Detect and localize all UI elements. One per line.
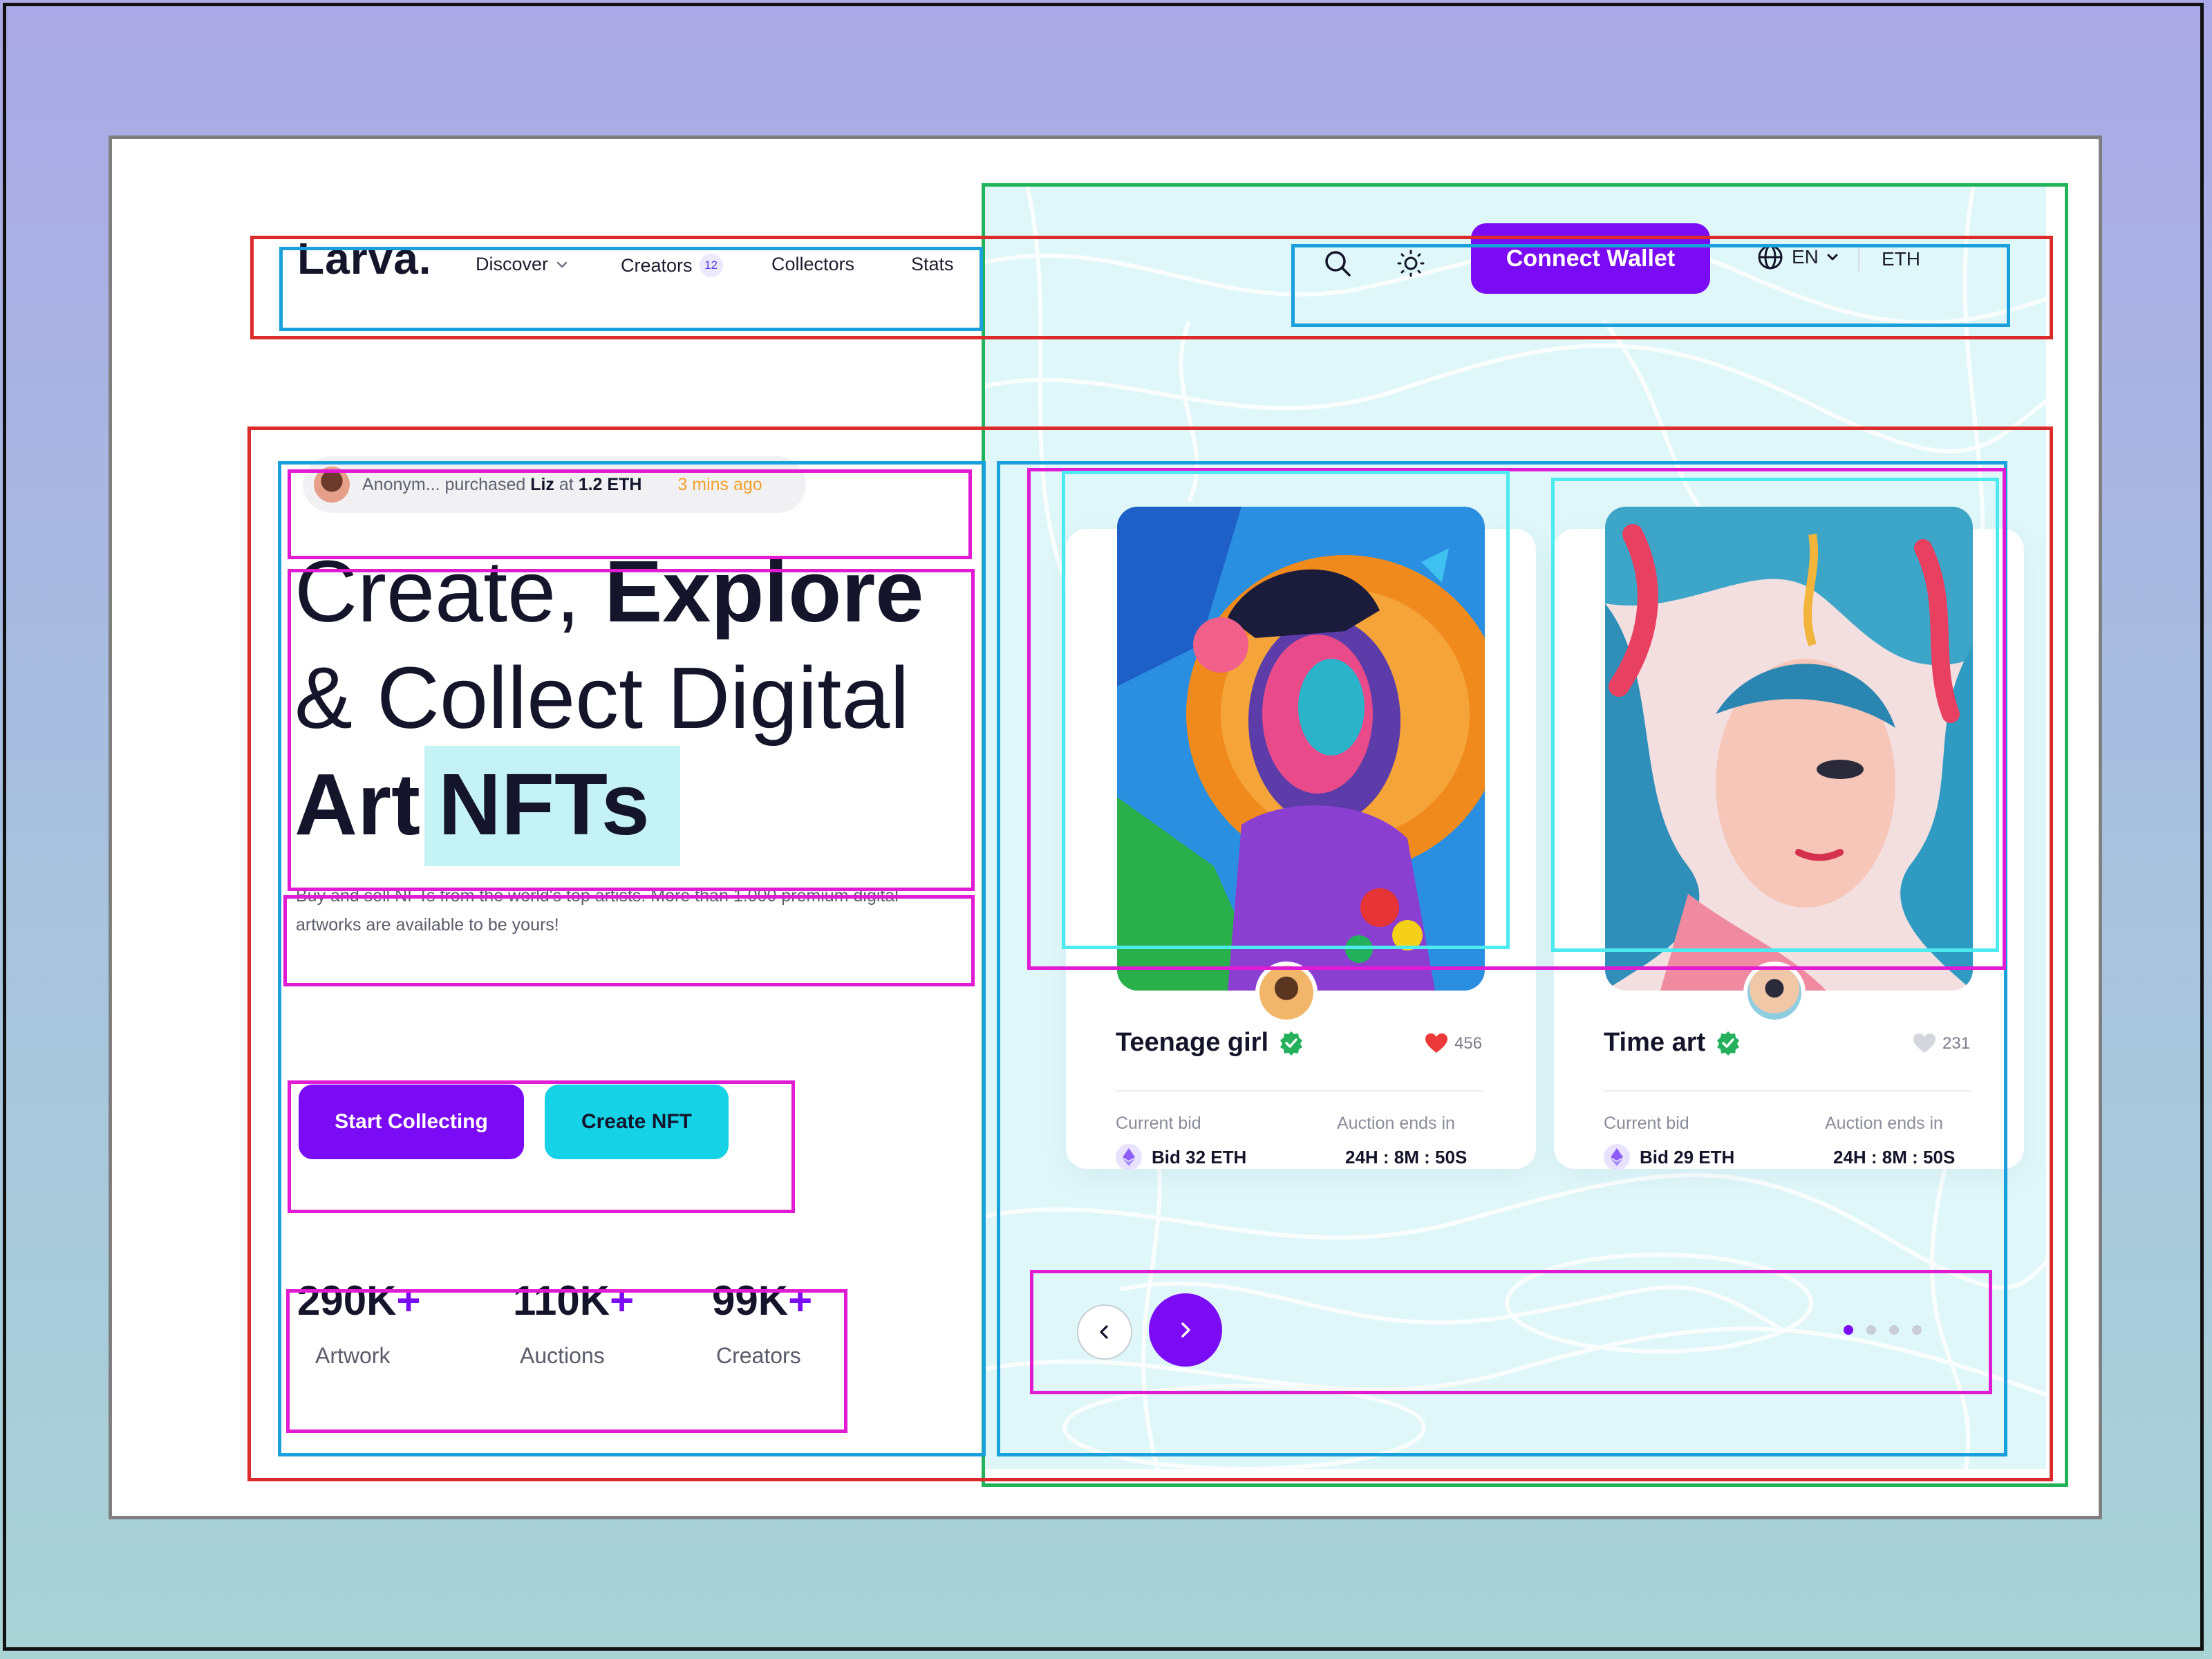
carousel-dot[interactable] — [1889, 1325, 1899, 1335]
ethereum-icon — [1604, 1144, 1630, 1170]
hero-description: Buy and sell NFTs from the world's top a… — [296, 886, 899, 935]
headline-explore: Explore — [604, 543, 924, 640]
nav-item-label: Discover — [476, 254, 549, 274]
stat-plus: + — [396, 1277, 421, 1324]
nft-card[interactable]: Teenage girl 456 Current bid Auction end… — [1066, 507, 1536, 1170]
connect-wallet-button[interactable]: Connect Wallet — [1471, 223, 1710, 294]
stat-creators-value: 99K+ — [712, 1277, 812, 1324]
start-collecting-button[interactable]: Start Collecting — [299, 1085, 524, 1159]
search-button[interactable] — [1315, 241, 1360, 286]
headline-nfts: NFTs — [438, 756, 650, 853]
ethereum-icon — [1116, 1144, 1142, 1170]
globe-icon — [1758, 245, 1783, 270]
heart-filled-icon — [1425, 1033, 1447, 1053]
theme-toggle-button[interactable] — [1388, 241, 1434, 286]
landing-page: Larva. Discover Creators 12 Collectors S… — [109, 135, 2102, 1519]
creators-count-badge: 12 — [699, 254, 723, 277]
nft-title: Time art — [1604, 1028, 1706, 1057]
stat-artwork-value: 290K+ — [297, 1277, 420, 1324]
current-bid-value: Bid 29 ETH — [1604, 1144, 1734, 1170]
likes-count: 231 — [1942, 1034, 1971, 1053]
activity-time: 3 mins ago — [677, 474, 762, 494]
carousel-dot[interactable] — [1912, 1325, 1922, 1335]
sun-icon — [1397, 250, 1425, 277]
card-divider — [1116, 1090, 1483, 1091]
stat-auctions-value: 110K+ — [513, 1277, 634, 1324]
current-bid-label: Current bid — [1604, 1114, 1689, 1133]
nav-divider — [1858, 244, 1859, 272]
stat-number: 110K — [513, 1277, 610, 1324]
current-bid-value: Bid 32 ETH — [1116, 1144, 1246, 1170]
headline-art: Art — [294, 756, 420, 853]
nft-artwork-time-art[interactable] — [1605, 507, 1973, 991]
language-selector[interactable]: EN — [1756, 243, 1839, 272]
carousel-dot[interactable] — [1866, 1325, 1876, 1335]
carousel-dot[interactable] — [1844, 1325, 1853, 1335]
likes-counter[interactable]: 456 — [1425, 1033, 1482, 1054]
activity-action: purchased — [444, 474, 526, 494]
chevron-down-icon — [556, 261, 568, 268]
creator-avatar[interactable] — [1743, 962, 1806, 1024]
stat-number: 290K — [297, 1277, 397, 1324]
likes-counter[interactable]: 231 — [1913, 1033, 1970, 1054]
carousel-next-button[interactable] — [1149, 1293, 1222, 1367]
headline-collect: & Collect Digital — [294, 649, 910, 747]
creator-avatar[interactable] — [1255, 962, 1318, 1024]
auction-countdown: 24H : 8M : 50S — [1345, 1147, 1468, 1168]
carousel-prev-button[interactable] — [1077, 1304, 1132, 1360]
recent-activity-pill: Anonym... purchased Liz at 1.2 ETH 3 min… — [303, 456, 806, 513]
chevron-down-icon — [1827, 254, 1838, 261]
language-label: EN — [1792, 246, 1819, 268]
nav-item-label: Creators — [621, 254, 693, 276]
bid-amount: Bid 32 ETH — [1152, 1146, 1247, 1168]
headline-create: Create, — [294, 543, 605, 640]
current-bid-label: Current bid — [1116, 1114, 1201, 1133]
heart-outline-icon — [1913, 1033, 1936, 1053]
stat-plus: + — [610, 1277, 635, 1324]
activity-price: 1.2 ETH — [578, 474, 642, 494]
nft-card[interactable]: Time art 231 Current bid Auction ends in… — [1554, 507, 2024, 1170]
nft-title-row: Time art — [1604, 1028, 1741, 1058]
activity-item: Liz — [530, 474, 554, 494]
hero-headline: Create, Explore & Collect Digital Art NFT… — [294, 538, 924, 866]
chevron-right-icon — [1181, 1322, 1190, 1338]
nav-item-collectors[interactable]: Collectors — [771, 254, 854, 275]
search-icon — [1325, 251, 1351, 276]
create-nft-button[interactable]: Create NFT — [545, 1085, 729, 1159]
nft-title-row: Teenage girl — [1116, 1028, 1304, 1058]
bid-amount: Bid 29 ETH — [1640, 1146, 1735, 1168]
buyer-avatar — [314, 467, 350, 503]
stat-plus: + — [788, 1277, 813, 1324]
activity-user: Anonym... — [362, 474, 440, 494]
auction-countdown: 24H : 8M : 50S — [1833, 1147, 1956, 1168]
auction-ends-label: Auction ends in — [1825, 1114, 1943, 1133]
activity-at: at — [559, 474, 574, 494]
auction-ends-label: Auction ends in — [1337, 1114, 1455, 1133]
nft-title: Teenage girl — [1116, 1028, 1269, 1057]
brand-logo[interactable]: Larva. — [297, 233, 432, 284]
nft-artwork-teenage-girl[interactable] — [1117, 507, 1485, 991]
stat-auctions-label: Auctions — [520, 1343, 605, 1368]
stat-creators-label: Creators — [716, 1343, 801, 1368]
stat-number: 99K — [712, 1277, 789, 1324]
headline-nfts-highlight: NFTs — [424, 746, 680, 866]
artwork-image — [1117, 507, 1485, 991]
nav-item-stats[interactable]: Stats — [911, 254, 954, 275]
nav-item-label: Stats — [911, 254, 954, 274]
nav-item-label: Collectors — [771, 254, 855, 274]
nav-item-discover[interactable]: Discover — [476, 254, 569, 275]
likes-count: 456 — [1454, 1034, 1483, 1053]
stat-artwork-label: Artwork — [315, 1343, 391, 1368]
nav-item-creators[interactable]: Creators 12 — [621, 254, 723, 277]
verified-badge-icon — [1280, 1031, 1303, 1056]
artwork-image — [1605, 507, 1973, 991]
verified-badge-icon — [1717, 1031, 1740, 1056]
card-divider — [1604, 1090, 1971, 1091]
chevron-left-icon — [1100, 1325, 1108, 1339]
currency-selector[interactable]: ETH — [1882, 248, 1920, 270]
